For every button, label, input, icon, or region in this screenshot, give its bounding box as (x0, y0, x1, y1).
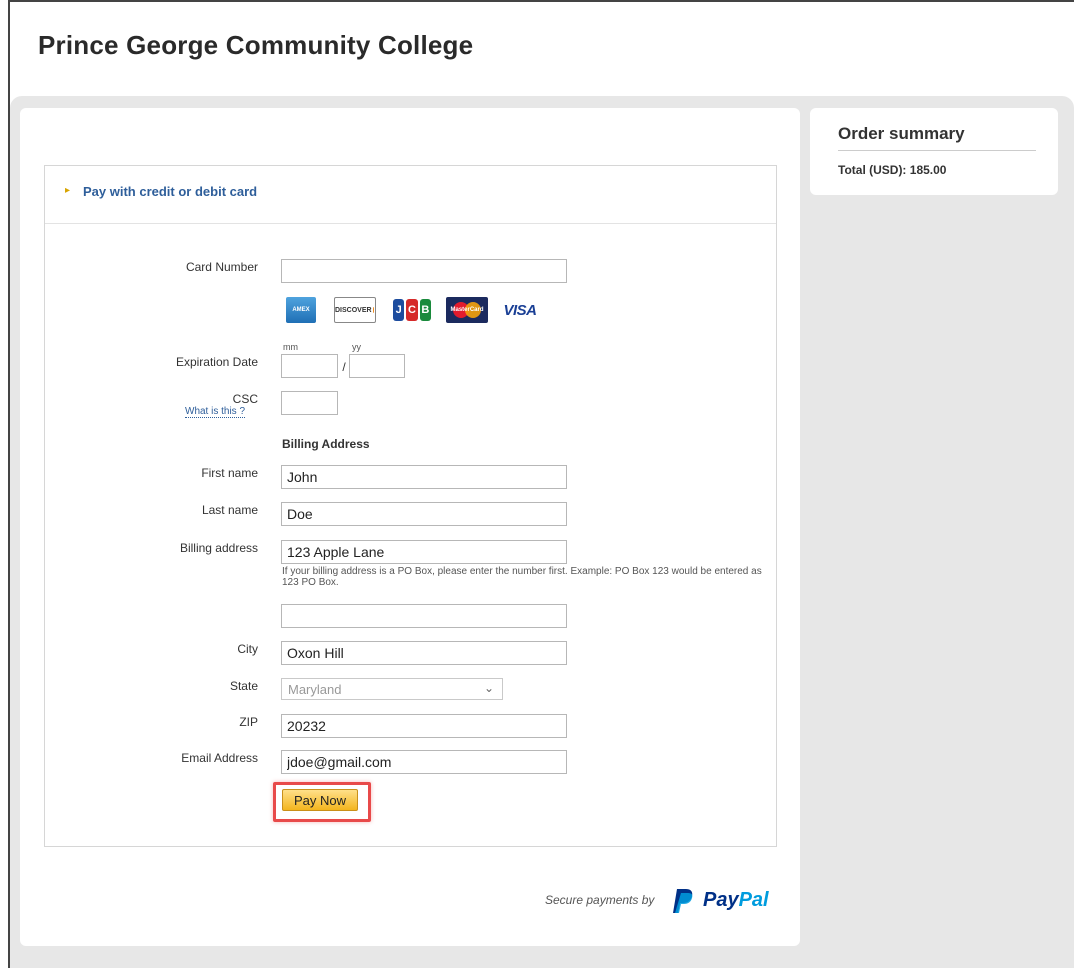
last-name-label: Last name (201, 503, 258, 517)
paypal-wordmark: PayPal (703, 889, 769, 911)
exp-separator: / (342, 360, 346, 374)
amex-icon: AMEX (286, 297, 316, 323)
order-total: Total (USD): 185.00 (838, 163, 947, 177)
order-summary-divider (838, 150, 1036, 151)
city-label: City (237, 642, 258, 656)
billing-address-note: If your billing address is a PO Box, ple… (282, 566, 762, 588)
csc-label: CSC (232, 392, 258, 406)
paypal-icon (673, 889, 693, 913)
payment-method-header[interactable]: ▸ Pay with credit or debit card (45, 166, 776, 224)
billing-address-label: Billing address (179, 541, 258, 555)
csc-help-link[interactable]: What is this ? (185, 406, 246, 418)
email-label: Email Address (181, 751, 258, 765)
secure-payments-text: Secure payments by (545, 893, 655, 907)
state-label: State (229, 679, 258, 693)
chevron-right-icon: ▸ (65, 185, 71, 196)
visa-icon: VISA (503, 301, 537, 319)
exp-month-input[interactable] (281, 354, 338, 378)
order-summary-card: Order summary Total (USD): 185.00 (810, 108, 1058, 195)
billing-address-line2-input[interactable] (281, 604, 567, 628)
chevron-down-icon: ⌄ (483, 681, 494, 695)
pay-now-button[interactable]: Pay Now (282, 789, 358, 811)
email-input[interactable] (281, 750, 567, 774)
expiration-label: Expiration Date (175, 355, 258, 369)
yy-hint: yy (352, 342, 361, 352)
payment-method-label[interactable]: Pay with credit or debit card (83, 184, 257, 199)
zip-input[interactable] (281, 714, 567, 738)
billing-heading: Billing Address (282, 437, 370, 451)
jcb-icon: JCB (392, 297, 432, 323)
city-input[interactable] (281, 641, 567, 665)
first-name-input[interactable] (281, 465, 567, 489)
order-summary-title: Order summary (838, 124, 965, 143)
card-number-label: Card Number (185, 260, 258, 274)
mastercard-icon: MasterCard (446, 297, 488, 323)
state-select-value: Maryland (288, 682, 342, 697)
last-name-input[interactable] (281, 502, 567, 526)
state-select[interactable]: Maryland ⌄ (281, 678, 503, 700)
card-number-input[interactable] (281, 259, 567, 283)
billing-address-input[interactable] (281, 540, 567, 564)
first-name-label: First name (201, 466, 258, 480)
page-title: Prince George Community College (38, 30, 474, 60)
window-frame-top (8, 0, 1074, 2)
exp-year-input[interactable] (349, 354, 405, 378)
mm-hint: mm (283, 342, 298, 352)
zip-label: ZIP (239, 715, 258, 729)
csc-input[interactable] (281, 391, 338, 415)
discover-icon: DISCOVER (334, 297, 376, 323)
